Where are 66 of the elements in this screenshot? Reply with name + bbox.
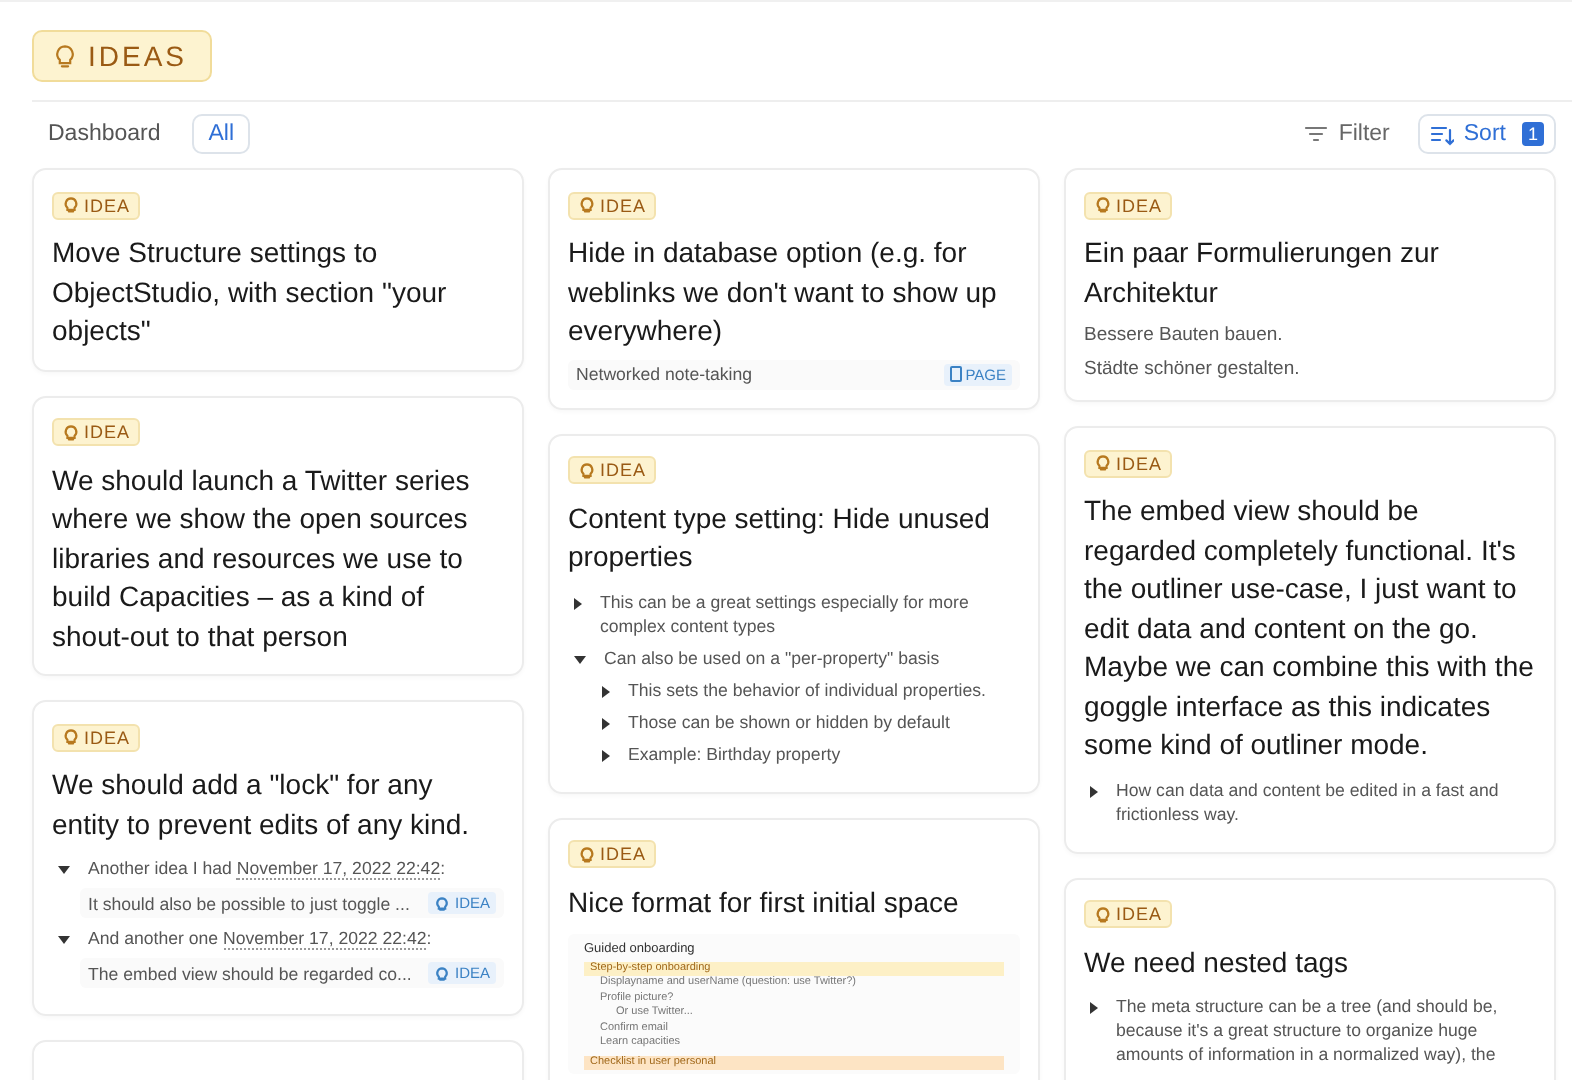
caret-icon[interactable] bbox=[602, 749, 610, 761]
lightbulb-icon bbox=[434, 965, 451, 981]
card-title: We should launch a Twitter series where we show the open sources libraries and resources we use to build Capacities – as a kind of shout-out to that person bbox=[52, 461, 472, 656]
card-title: Nice format for first initial space bbox=[568, 883, 961, 922]
lightbulb-icon bbox=[578, 196, 596, 214]
idea-card[interactable] bbox=[548, 433, 1040, 793]
bullet-text: The meta structure can be a tree (and should be, because it's a great structure to organize huge amounts of information in a normalized way), the bbox=[1116, 994, 1500, 1066]
view-tab[interactable]: All bbox=[192, 114, 251, 154]
view-tab[interactable]: Dashboard bbox=[32, 114, 177, 154]
page-title: IDEAS bbox=[32, 30, 212, 82]
caret-icon[interactable] bbox=[574, 597, 582, 609]
card-title: Content type setting: Hide unused properties bbox=[568, 499, 992, 576]
bullet-text: How can data and content be edited in a fast and frictionless way. bbox=[1116, 777, 1501, 825]
sort-icon bbox=[1429, 123, 1454, 145]
idea-card[interactable] bbox=[32, 700, 524, 1016]
count-badge: 1 bbox=[1521, 122, 1544, 146]
bullet-text: Can also be used on a "per-property" basis bbox=[604, 645, 940, 669]
idea-card[interactable]: IDEA We should launch a Twitter series where we show the open sources libraries and resources we use to build Capacities – as a kind of shout-out to that person bbox=[32, 395, 524, 676]
idea-card[interactable]: IDEA Move Structure settings to ObjectStudio, with section "your objects" bbox=[32, 168, 524, 371]
bullet-text: This sets the behavior of individual properties. bbox=[628, 677, 986, 701]
idea-tag: IDEA bbox=[1084, 449, 1173, 477]
filter-button[interactable]: Filter bbox=[1292, 114, 1402, 154]
bullet-text: And another one November 17, 2022 22:42: bbox=[88, 926, 432, 950]
idea-tag: IDEA bbox=[568, 456, 657, 484]
idea-tag: IDEA bbox=[52, 418, 141, 446]
caret-icon[interactable] bbox=[58, 866, 70, 874]
caret-icon[interactable] bbox=[58, 936, 70, 944]
caret-icon[interactable] bbox=[602, 717, 610, 729]
idea-card[interactable] bbox=[1064, 426, 1556, 853]
lightbulb-icon bbox=[62, 423, 80, 441]
lightbulb-icon bbox=[52, 43, 78, 69]
idea-tag: IDEA bbox=[1084, 191, 1173, 219]
lightbulb-icon bbox=[1094, 454, 1112, 472]
caret-icon[interactable] bbox=[1090, 1002, 1098, 1014]
lightbulb-icon bbox=[62, 196, 80, 214]
card-title: The embed view should be regarded completely functional. It's the outliner use-case, I just want to edit data and content on the go. Maybe we can combine this with the goggle interface as this indicates some kind of outliner mode. bbox=[1084, 492, 1536, 764]
idea-card[interactable]: IDEA We need nested tags The meta structure can be a tree (and should be, because it's a great structure to organize huge amounts of information in a normalized way), the bbox=[1064, 877, 1556, 1080]
lightbulb-icon bbox=[578, 461, 596, 479]
caret-icon[interactable] bbox=[602, 685, 610, 697]
bullet-text: Those can be shown or hidden by default bbox=[628, 709, 950, 733]
sort-button[interactable]: Sort 1 bbox=[1417, 114, 1556, 154]
lightbulb-icon bbox=[578, 845, 596, 863]
card-title: We need nested tags bbox=[1084, 943, 1351, 982]
lightbulb-icon bbox=[434, 895, 451, 911]
bullet-text: This can be a great settings especially for more complex content types bbox=[600, 589, 971, 637]
lightbulb-icon bbox=[1094, 905, 1112, 923]
card-title: Hide in database option (e.g. for weblinks we don't want to show up everywhere) bbox=[568, 234, 999, 350]
idea-card[interactable]: IDEA Ein paar Formulierungen zur Architektur Bessere Bauten bauen. Städte schöner gestalten. bbox=[1064, 168, 1556, 402]
card-title: Ein paar Formulierungen zur Architektur bbox=[1084, 234, 1441, 311]
caret-icon[interactable] bbox=[1090, 785, 1098, 797]
card-text: Städte schöner gestalten. bbox=[1084, 356, 1302, 382]
lightbulb-icon bbox=[1094, 196, 1112, 214]
idea-tag: IDEA bbox=[1084, 900, 1173, 928]
lightbulb-icon bbox=[62, 728, 80, 746]
card-text: Bessere Bauten bauen. bbox=[1084, 322, 1285, 348]
card-title: Move Structure settings to ObjectStudio, with section "your objects" bbox=[52, 234, 449, 350]
idea-tag: IDEA bbox=[52, 723, 141, 751]
idea-tag: IDEA bbox=[568, 840, 657, 868]
card-title: We should add a "lock" for any entity to prevent edits of any kind. bbox=[52, 766, 472, 844]
idea-tag: IDEA bbox=[568, 191, 657, 219]
idea-tag: IDEA bbox=[52, 191, 141, 219]
page-icon bbox=[949, 366, 962, 382]
bullet-text: Another idea I had November 17, 2022 22:42: bbox=[88, 856, 446, 880]
filter-icon bbox=[1304, 124, 1329, 144]
bullet-text: Example: Birthday property bbox=[628, 741, 841, 765]
caret-icon[interactable] bbox=[574, 655, 586, 663]
